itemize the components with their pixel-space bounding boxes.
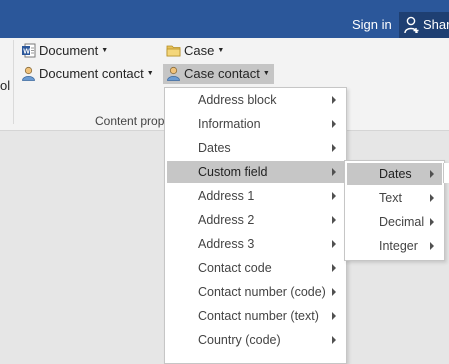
submenu-item-dates[interactable]: Dates: [347, 163, 442, 185]
chevron-right-icon: [430, 242, 434, 250]
menu-item[interactable]: Contact number (code): [167, 281, 344, 303]
chevron-right-icon: [332, 240, 336, 248]
chevron-right-icon: [430, 218, 434, 226]
menu-item[interactable]: Address block: [167, 89, 344, 111]
menu-item[interactable]: Address 1: [167, 185, 344, 207]
submenu-item-label: Decimal: [379, 215, 425, 229]
title-bar: Sign in Share: [0, 0, 449, 38]
submenu-item[interactable]: Integer: [347, 235, 442, 257]
case-contact-button[interactable]: Case contact ▼: [163, 64, 274, 84]
chevron-down-icon: ▼: [217, 46, 225, 54]
menu-item-label: Custom field: [198, 165, 268, 179]
sign-in-link[interactable]: Sign in: [352, 17, 392, 32]
chevron-right-icon: [332, 312, 336, 320]
menu-item-label: Dates: [198, 141, 231, 155]
menu-item[interactable]: Contact number (text): [167, 305, 344, 327]
case-contact-label: Case contact: [184, 66, 260, 81]
share-button[interactable]: Share: [399, 12, 449, 38]
submenu-item-label: Integer: [379, 239, 418, 253]
chevron-right-icon: [332, 168, 336, 176]
menu-item-label: Contact code: [198, 261, 272, 275]
case-label: Case: [184, 43, 215, 58]
person-add-icon: [404, 16, 419, 34]
chevron-down-icon: ▼: [146, 69, 154, 77]
menu-item-label: Information: [198, 117, 261, 131]
chevron-right-icon: [430, 194, 434, 202]
ribbon-separator: [13, 40, 14, 124]
menu-item-label: Contact number (code): [198, 285, 326, 299]
chevron-right-icon: [332, 336, 336, 344]
chevron-right-icon: [430, 170, 434, 178]
menu-item-label: Contact number (text): [198, 309, 319, 323]
chevron-right-icon: [332, 120, 336, 128]
menu-item[interactable]: Country (code): [167, 329, 344, 351]
menu-item-label: Address 1: [198, 189, 255, 203]
document-contact-label: Document contact: [39, 66, 144, 81]
chevron-right-icon: [332, 192, 336, 200]
submenu-item[interactable]: Decimal: [347, 211, 442, 233]
word-document-icon: W: [22, 43, 36, 58]
menu-item-custom-field[interactable]: Custom field: [167, 161, 344, 183]
submenu-item-label: Text: [379, 191, 402, 205]
group-label: Content prop: [95, 114, 165, 128]
menu-item[interactable]: Information: [167, 113, 344, 135]
case-contact-menu: Address block Information Dates Custom f…: [164, 87, 347, 364]
contact-person-icon: [22, 66, 35, 81]
chevron-down-icon: ▼: [101, 46, 109, 54]
chevron-down-icon: ▼: [262, 69, 270, 77]
chevron-right-icon: [332, 144, 336, 152]
document-button[interactable]: W Document ▼: [18, 41, 112, 61]
submenu-item[interactable]: Text: [347, 187, 442, 209]
case-button[interactable]: Case ▼: [163, 41, 228, 61]
chevron-right-icon: [332, 96, 336, 104]
svg-text:W: W: [23, 48, 30, 55]
menu-item-label: Address block: [198, 93, 277, 107]
menu-item[interactable]: Dates: [167, 137, 344, 159]
menu-item-label: Address 2: [198, 213, 255, 227]
chevron-right-icon: [332, 216, 336, 224]
share-label: Share: [423, 17, 449, 32]
chevron-right-icon: [332, 288, 336, 296]
dates-submenu-edge: [443, 163, 449, 183]
document-label: Document: [39, 43, 99, 58]
submenu-item-label: Dates: [379, 167, 412, 181]
menu-item[interactable]: Contact code: [167, 257, 344, 279]
menu-item-label: Country (code): [198, 333, 281, 347]
menu-item[interactable]: Address 2: [167, 209, 344, 231]
folder-icon: [166, 45, 181, 57]
contact-person-icon: [167, 66, 180, 81]
document-contact-button[interactable]: Document contact ▼: [18, 64, 158, 84]
menu-item[interactable]: Address 3: [167, 233, 344, 255]
custom-field-submenu: Dates Text Decimal Integer: [344, 160, 445, 261]
chevron-right-icon: [332, 264, 336, 272]
ribbon-cut-label: ol: [0, 78, 11, 93]
menu-item-label: Address 3: [198, 237, 255, 251]
